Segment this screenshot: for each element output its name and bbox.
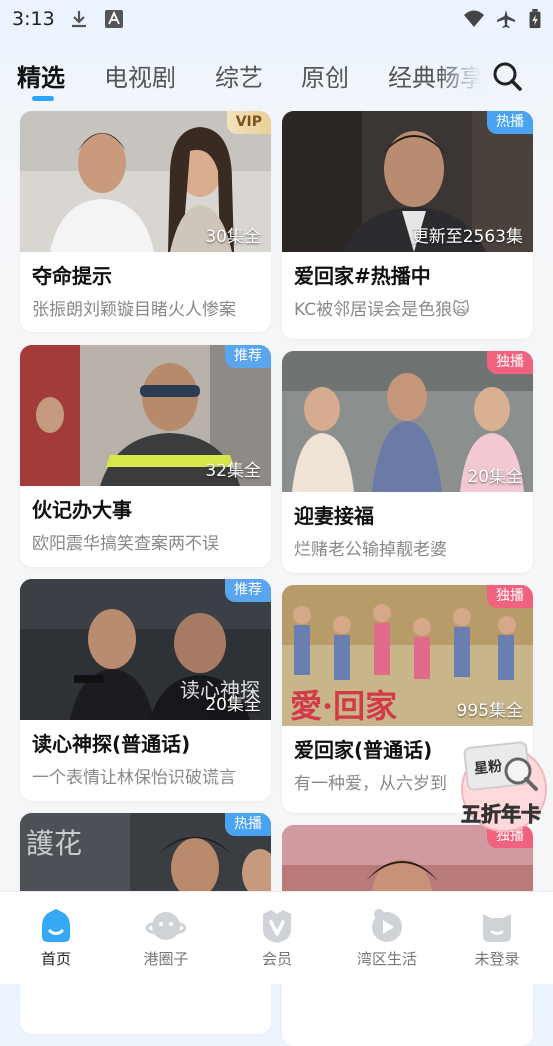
nav-label: 未登录: [474, 950, 520, 968]
nav-label: 会员: [261, 950, 292, 968]
hot-badge: 热播: [225, 813, 271, 836]
drama-thumbnail: VIP 30集全: [20, 111, 271, 252]
episode-count: 更新至2563集: [411, 227, 523, 247]
drama-title: 迎妻接福: [294, 504, 374, 528]
drama-description: KC被邻居误会是色狼🙀: [294, 300, 470, 320]
episode-count: 20集全: [467, 467, 523, 487]
tab-tv-series[interactable]: 电视剧: [104, 58, 176, 93]
exclusive-badge: 独播: [487, 585, 533, 608]
drama-card[interactable]: 独播 20集全 迎妻接福 烂赌老公输掉靓老婆: [282, 351, 533, 573]
nav-community[interactable]: 港圈子: [126, 906, 206, 969]
drama-thumbnail: 愛·回家 独播 995集全: [282, 585, 533, 726]
vip-badge: VIP: [226, 111, 271, 134]
drama-title: 读心神探(普通话): [32, 732, 191, 756]
vip-shield-icon: [263, 910, 291, 943]
active-tab-indicator: [32, 96, 54, 101]
drama-description: 烂赌老公输掉靓老婆: [294, 540, 447, 560]
svg-text:星粉: 星粉: [473, 758, 503, 778]
recommended-badge: 推荐: [225, 345, 271, 368]
battery-icon: [529, 9, 541, 29]
tab-overflow-fade: [438, 52, 488, 98]
drama-description: 欧阳震华搞笑查案两不误: [32, 534, 219, 554]
episode-count: 32集全: [205, 461, 261, 481]
tab-original[interactable]: 原创: [301, 58, 349, 93]
tab-variety[interactable]: 综艺: [215, 58, 263, 93]
nav-label: 湾区生活: [356, 950, 417, 968]
svg-text:五折年卡: 五折年卡: [461, 802, 541, 826]
hot-badge: 热播: [487, 111, 533, 134]
drama-thumbnail: 独播 20集全: [282, 351, 533, 492]
drama-thumbnail: 热播 更新至2563集: [282, 111, 533, 252]
font-a-icon: [105, 10, 123, 28]
wifi-icon: [464, 10, 484, 27]
drama-card[interactable]: VIP 30集全 夺命提示 张振朗刘颖镟目睹火人惨案: [20, 111, 271, 332]
airplane-icon: [497, 10, 515, 28]
nav-home[interactable]: 首页: [16, 906, 96, 969]
nav-label: 港圈子: [143, 950, 189, 968]
recommended-badge: 推荐: [225, 579, 271, 602]
bottom-navigation: 首页 港圈子 会员 湾区生活 未登录: [0, 891, 553, 984]
drama-card[interactable]: 推荐 32集全 伙记办大事 欧阳震华搞笑查案两不误: [20, 345, 271, 567]
drama-description: 张振朗刘颖镟目睹火人惨案: [32, 300, 236, 320]
tab-featured[interactable]: 精选: [17, 58, 65, 93]
drama-card[interactable]: 热播 更新至2563集 爱回家#热播中 KC被邻居误会是色狼🙀: [282, 111, 533, 339]
nav-label: 首页: [40, 950, 71, 968]
user-cat-icon: [483, 914, 511, 942]
nav-login[interactable]: 未登录: [457, 906, 537, 969]
planet-icon: [146, 912, 186, 940]
play-video-icon: [372, 909, 402, 942]
nav-bay-area-life[interactable]: 湾区生活: [347, 906, 427, 969]
download-icon: [72, 11, 86, 28]
drama-thumbnail: 推荐 32集全: [20, 345, 271, 486]
drama-card[interactable]: 读心神探 推荐 20集全 读心神探(普通话) 一个表情让林保怡识破谎言: [20, 579, 271, 801]
exclusive-badge: 独播: [487, 351, 533, 374]
episode-count: 995集全: [456, 701, 523, 721]
svg-text:愛·回家: 愛·回家: [290, 687, 397, 725]
drama-thumbnail: 读心神探 推荐 20集全: [20, 579, 271, 720]
home-icon: [42, 909, 70, 942]
drama-title: 夺命提示: [32, 264, 112, 288]
nav-vip[interactable]: 会员: [237, 906, 317, 969]
status-time: 3:13: [12, 8, 55, 30]
status-bar: 3:13: [0, 0, 553, 38]
episode-count: 30集全: [205, 227, 261, 247]
drama-title: 伙记办大事: [32, 498, 132, 522]
drama-title: 爱回家(普通话): [294, 738, 433, 762]
drama-description: 有一种爱，从六岁到: [294, 774, 447, 794]
search-icon[interactable]: [487, 56, 527, 96]
annual-card-promo-icon[interactable]: 星粉 五折年卡: [456, 737, 552, 833]
episode-count: 20集全: [205, 695, 261, 715]
drama-description: 一个表情让林保怡识破谎言: [32, 768, 236, 788]
drama-title: 爱回家#热播中: [294, 264, 431, 288]
svg-text:護花: 護花: [26, 827, 82, 860]
